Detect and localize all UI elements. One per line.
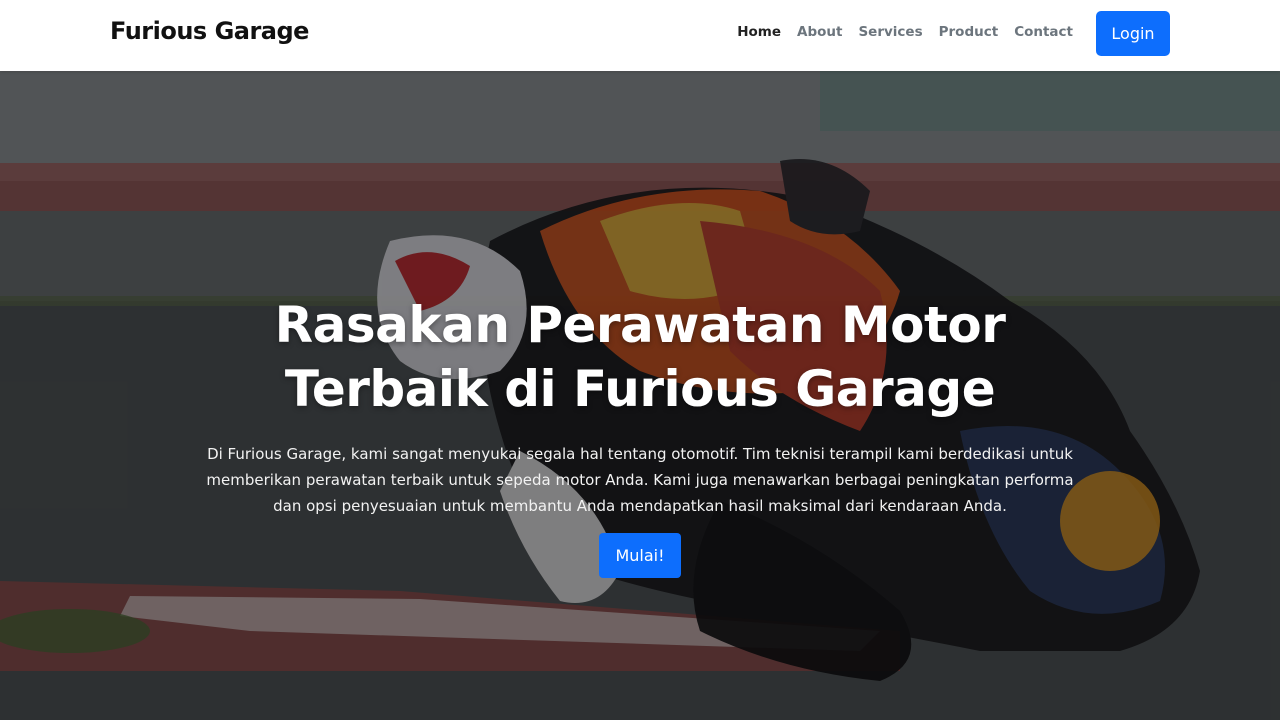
brand-logo[interactable]: Furious Garage: [110, 17, 309, 45]
nav-link-services[interactable]: Services: [858, 24, 922, 40]
nav-link-about[interactable]: About: [797, 24, 842, 40]
nav-link-product[interactable]: Product: [939, 24, 999, 40]
navbar: Furious Garage Home About Services Produ…: [0, 0, 1280, 71]
login-button[interactable]: Login: [1096, 11, 1170, 56]
hero-title-line2: Terbaik di Furious Garage: [284, 360, 996, 418]
hero-description: Di Furious Garage, kami sangat menyukai …: [206, 445, 1074, 515]
nav-menu: Home About Services Product Contact: [737, 24, 1073, 40]
hero-title: Rasakan Perawatan Motor Terbaik di Furio…: [180, 293, 1100, 421]
hero-section: Rasakan Perawatan Motor Terbaik di Furio…: [0, 71, 1280, 720]
nav-link-home[interactable]: Home: [737, 24, 781, 40]
hero-content: Rasakan Perawatan Motor Terbaik di Furio…: [180, 293, 1100, 578]
hero-title-line1: Rasakan Perawatan Motor: [274, 296, 1006, 354]
nav-link-contact[interactable]: Contact: [1014, 24, 1073, 40]
get-started-button[interactable]: Mulai!: [599, 533, 681, 578]
